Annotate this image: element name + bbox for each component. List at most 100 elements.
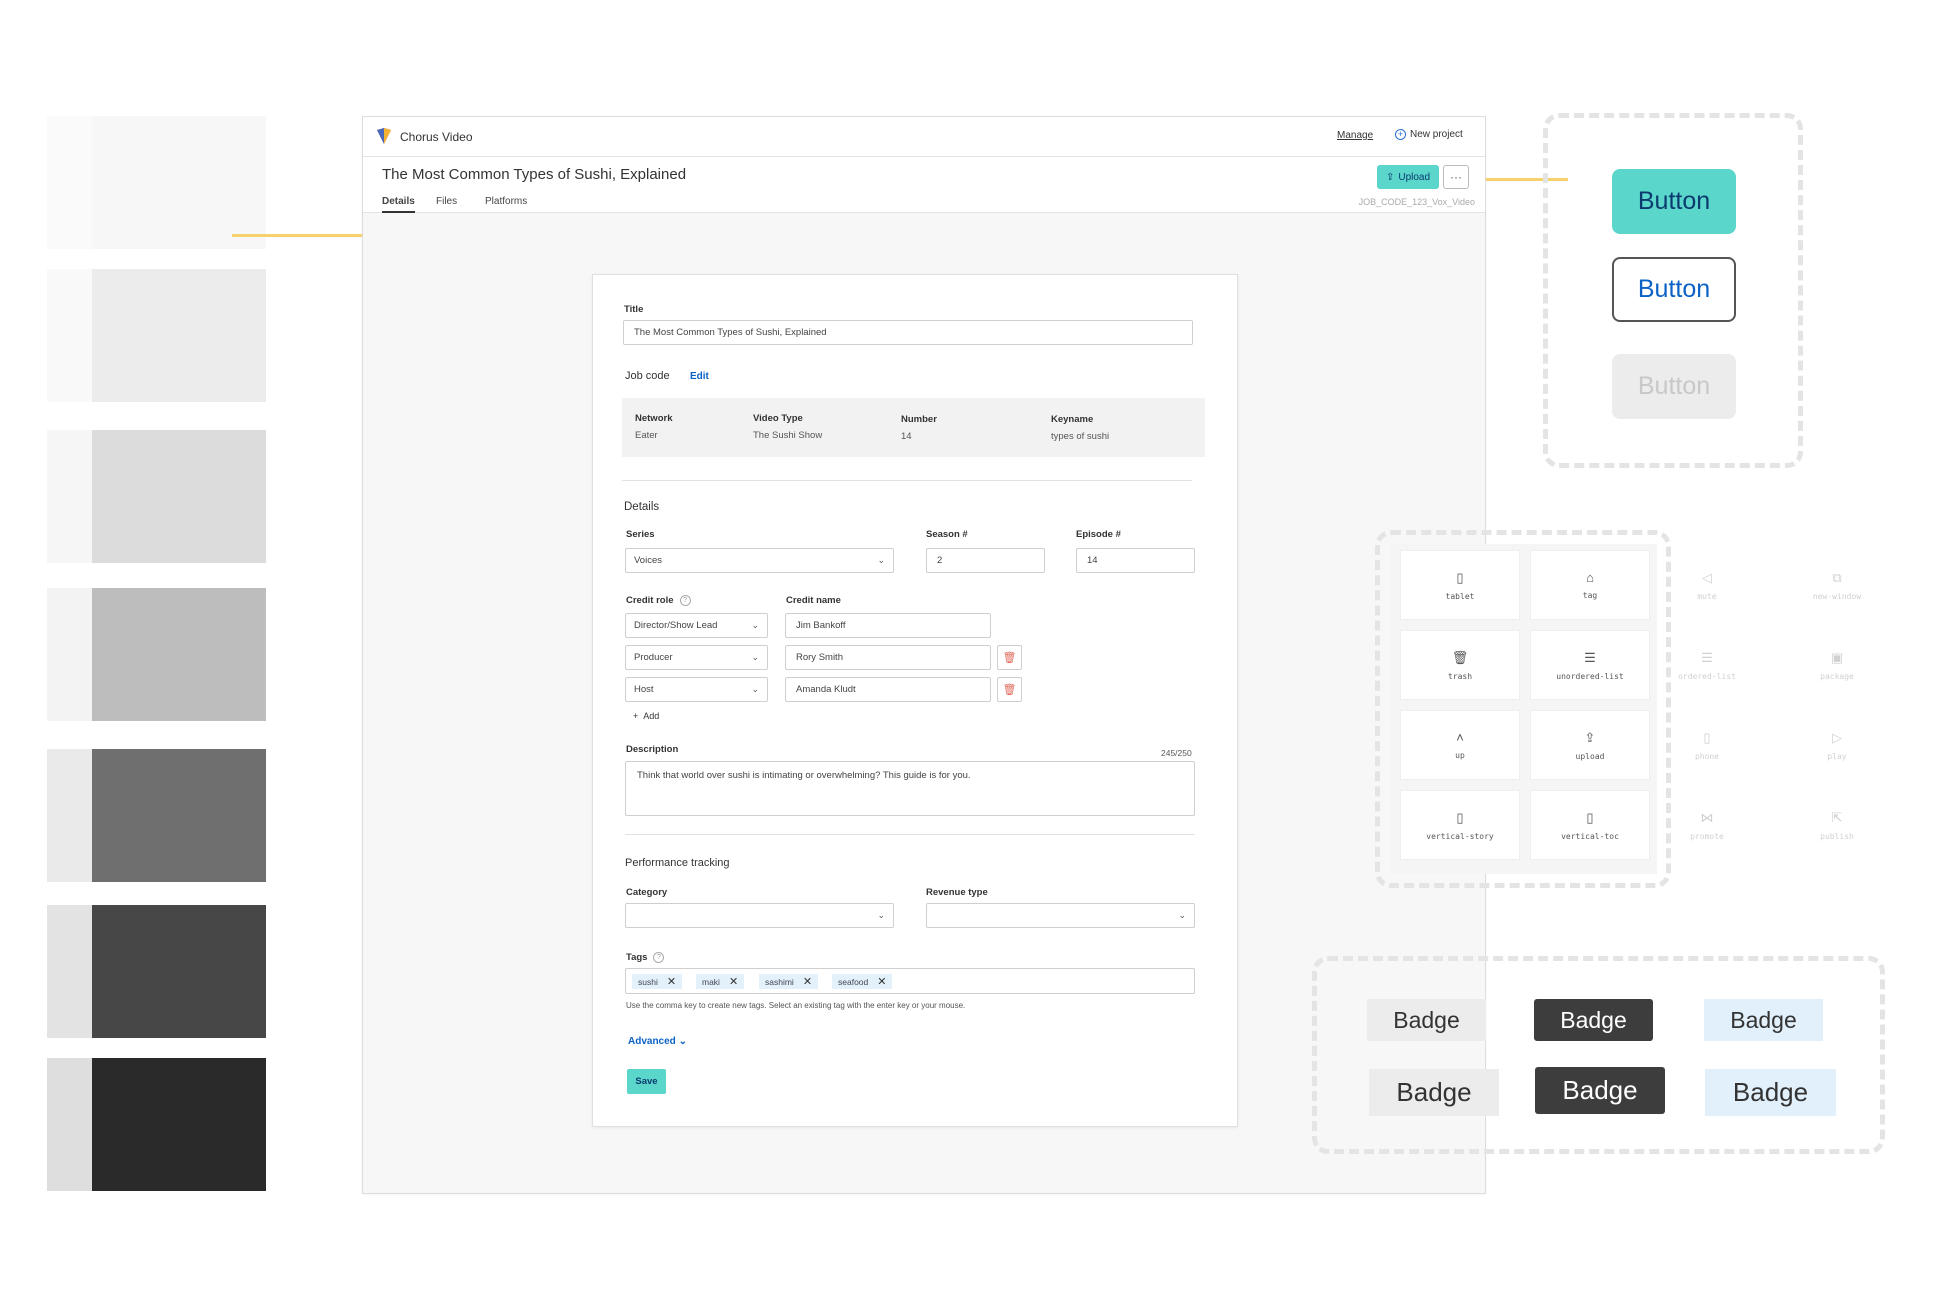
tab-platforms[interactable]: Platforms	[485, 196, 527, 207]
icon-name: up	[1455, 751, 1465, 760]
tag-chip: sashimi ✕	[759, 974, 819, 989]
upload-icon: ⇪	[1584, 729, 1596, 745]
new-project-link[interactable]: + New project	[1395, 129, 1463, 140]
keyname-value: types of sushi	[1051, 431, 1110, 442]
mute-icon: ◁	[1702, 569, 1712, 585]
ellipsis-icon: ···	[1450, 170, 1462, 184]
details-heading: Details	[624, 501, 660, 513]
icon-card-up: ˄ up	[1400, 710, 1520, 780]
tag-icon: ⌂	[1586, 570, 1594, 585]
primary-button-demo[interactable]: Button	[1612, 169, 1736, 234]
icon-name: mute	[1697, 591, 1717, 601]
keyname-label: Keyname	[1051, 414, 1094, 425]
disabled-button-demo: Button	[1612, 354, 1736, 419]
tablet-icon: ▯	[1456, 569, 1464, 585]
edit-job-code-link[interactable]: Edit	[690, 371, 709, 382]
credit-role-select[interactable]: Producer ⌄	[625, 645, 768, 670]
help-icon[interactable]: ?	[653, 952, 665, 963]
chevron-down-icon: ⌄	[751, 652, 759, 662]
tag-label: maki	[702, 976, 720, 987]
tag-label: sushi	[638, 976, 658, 987]
icon-name: new-window	[1812, 591, 1862, 601]
credit-role-select[interactable]: Host ⌄	[625, 677, 768, 702]
help-icon[interactable]: ?	[679, 595, 691, 606]
close-icon[interactable]: ✕	[803, 975, 812, 988]
icon-card-upload: ⇪ upload	[1530, 710, 1650, 780]
swatch	[92, 430, 266, 563]
title-input[interactable]: The Most Common Types of Sushi, Explaine…	[623, 320, 1193, 345]
revenue-type-label: Revenue type	[926, 887, 988, 898]
unordered-list-icon: ☰	[1584, 649, 1596, 665]
series-select[interactable]: Voices ⌄	[625, 548, 894, 573]
tag-label: sashimi	[765, 976, 794, 987]
tags-input[interactable]: sushi ✕ maki ✕ sashimi ✕ seafood ✕	[625, 968, 1195, 994]
icon-name: phone	[1694, 751, 1720, 761]
page-title: The Most Common Types of Sushi, Explaine…	[382, 166, 687, 183]
package-icon: ▣	[1830, 649, 1844, 665]
badge-blue: Badge	[1705, 1069, 1836, 1116]
promote-icon: ⋈	[1700, 809, 1714, 825]
credit-role-value: Producer	[634, 652, 673, 663]
icon-card-vertical-toc: ▯ vertical-toc	[1530, 790, 1650, 860]
series-label: Series	[626, 529, 655, 540]
network-value: Eater	[635, 430, 658, 441]
icon-name: trash	[1447, 671, 1473, 681]
play-icon: ▷	[1832, 729, 1842, 745]
job-code-summary: Network Eater Video Type The Sushi Show …	[622, 398, 1205, 457]
close-icon[interactable]: ✕	[877, 975, 886, 988]
plus-circle-icon: +	[1395, 129, 1406, 140]
number-label: Number	[901, 414, 937, 425]
trash-icon: 🗑	[1451, 649, 1469, 665]
credit-name-input[interactable]: Rory Smith	[785, 645, 991, 670]
trash-icon: 🗑	[1002, 684, 1017, 696]
revenue-type-select[interactable]: ⌄	[926, 903, 1195, 928]
icon-card-tablet: ▯ tablet	[1400, 550, 1520, 620]
more-options-button[interactable]: ···	[1443, 165, 1469, 189]
tab-files[interactable]: Files	[436, 196, 457, 207]
credit-name-input[interactable]: Amanda Kludt	[785, 677, 991, 702]
swatch	[92, 1058, 266, 1191]
icon-name: vertical-toc	[1561, 831, 1619, 841]
number-value: 14	[901, 431, 912, 442]
tag-chip: seafood ✕	[832, 974, 893, 989]
credit-role-label: Credit role?	[626, 595, 691, 606]
category-select[interactable]: ⌄	[625, 903, 894, 928]
tab-details[interactable]: Details	[382, 196, 415, 213]
season-input[interactable]: 2	[926, 548, 1045, 573]
save-button[interactable]: Save	[627, 1069, 666, 1094]
ordered-list-icon: ☰	[1701, 649, 1713, 665]
swatch-band	[47, 1058, 92, 1191]
episode-label: Episode #	[1076, 529, 1121, 540]
tags-label: Tags?	[626, 952, 665, 963]
job-code-label: JOB_CODE_123_Vox_Video	[1358, 197, 1475, 207]
credit-role-select[interactable]: Director/Show Lead ⌄	[625, 613, 768, 638]
icon-name: tablet	[1445, 591, 1475, 601]
description-textarea[interactable]: Think that world over sushi is intimatin…	[625, 761, 1195, 816]
video-type-label: Video Type	[753, 413, 803, 424]
advanced-toggle[interactable]: Advanced ⌄	[628, 1036, 687, 1047]
manage-link[interactable]: Manage	[1337, 130, 1373, 141]
tag-chip: maki ✕	[696, 974, 745, 989]
close-icon[interactable]: ✕	[667, 975, 676, 988]
upload-button[interactable]: ⇪ Upload	[1377, 165, 1439, 189]
new-project-label: New project	[1410, 129, 1463, 140]
icon-ghost-promote: ⋈ promote	[1647, 790, 1767, 860]
close-icon[interactable]: ✕	[729, 975, 738, 988]
icon-name: unordered-list	[1556, 671, 1624, 681]
swatch	[92, 749, 266, 882]
job-code-heading: Job code	[625, 370, 670, 382]
add-credit-button[interactable]: + Add	[633, 711, 659, 721]
chevron-down-icon: ⌄	[877, 910, 885, 920]
chevron-down-icon: ⌄	[1178, 910, 1186, 920]
chevron-down-icon: ⌄	[877, 555, 885, 565]
up-icon: ˄	[1456, 730, 1464, 745]
icon-ghost-ordered-list: ☰ ordered-list	[1647, 630, 1767, 700]
secondary-button-demo[interactable]: Button	[1612, 257, 1736, 322]
delete-credit-button[interactable]: 🗑	[997, 677, 1022, 702]
icon-card-vertical-story: ▯ vertical-story	[1400, 790, 1520, 860]
badge-dark: Badge	[1535, 1067, 1665, 1114]
credit-name-input[interactable]: Jim Bankoff	[785, 613, 991, 638]
episode-input[interactable]: 14	[1076, 548, 1195, 573]
swatch	[92, 116, 266, 249]
delete-credit-button[interactable]: 🗑	[997, 645, 1022, 670]
